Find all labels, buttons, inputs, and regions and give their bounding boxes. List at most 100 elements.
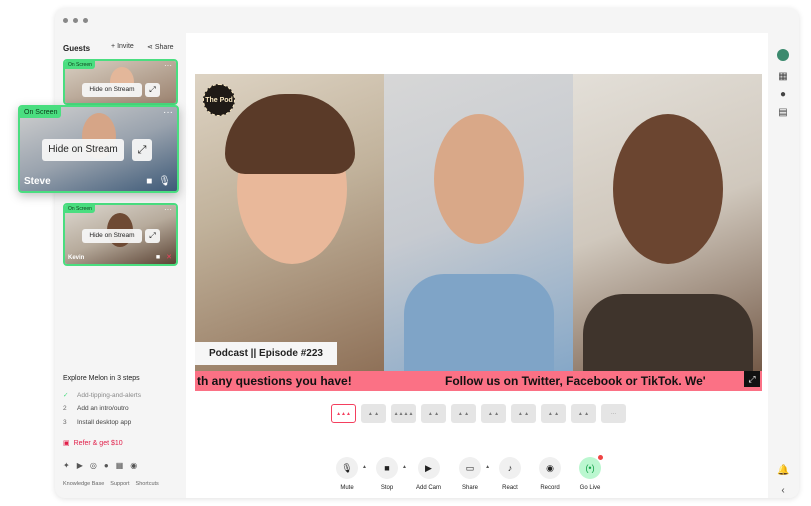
- window-dot-icon[interactable]: [63, 18, 68, 23]
- social-links: ✦ ▶ ◎ ● ▦ ◉: [63, 461, 137, 470]
- onboarding-step[interactable]: ✓ Add-tipping-and-alerts: [63, 391, 141, 400]
- plus-icon: +: [111, 43, 116, 50]
- guest-tile-hover[interactable]: On Screen ··· Hide on Stream ⤢ Steve ■ 🎙: [18, 105, 179, 193]
- more-options-icon[interactable]: ···: [163, 107, 173, 118]
- hide-on-stream-button[interactable]: Hide on Stream: [42, 139, 124, 161]
- layout-option[interactable]: ▲ ▲: [361, 404, 386, 423]
- support-link[interactable]: Support: [110, 481, 129, 487]
- on-screen-badge: On Screen: [20, 107, 62, 118]
- guest-status-icons: ■ 🎙: [146, 176, 171, 187]
- guests-title: Guests: [63, 44, 91, 53]
- screen-share-icon[interactable]: ▭ ▲: [459, 457, 490, 479]
- guest-hair: [225, 94, 355, 174]
- add-cam-control[interactable]: ▶ Add Cam: [416, 457, 441, 491]
- invite-button[interactable]: + Invite: [111, 43, 134, 50]
- record-icon[interactable]: ◉: [539, 457, 562, 479]
- window-dot-icon[interactable]: [83, 18, 88, 23]
- notification-bell-icon[interactable]: 🔔: [777, 465, 789, 477]
- guest-face: [434, 114, 524, 244]
- guest-tile[interactable]: On Screen ··· Hide on Stream ⤢ Kevin ■ ✕: [63, 203, 178, 266]
- music-note-icon[interactable]: ♪: [499, 457, 522, 479]
- add-camera-icon[interactable]: ▶: [417, 457, 440, 479]
- share-icon: ⋖: [147, 44, 153, 51]
- layout-option[interactable]: ▲ ▲: [511, 404, 536, 423]
- caret-up-icon[interactable]: ▲: [485, 464, 490, 470]
- twitter-icon[interactable]: ✦: [63, 461, 70, 470]
- fullscreen-icon[interactable]: ⤢: [744, 371, 760, 387]
- discord-icon[interactable]: ◉: [130, 461, 137, 470]
- more-options-icon[interactable]: ···: [164, 61, 172, 70]
- onboarding-title: Explore Melon in 3 steps: [63, 375, 140, 382]
- notification-dot: [597, 454, 605, 461]
- mic-muted-icon[interactable]: ✕: [166, 253, 172, 261]
- layout-option[interactable]: ▲▲▲: [331, 404, 356, 423]
- microphone-icon[interactable]: 🎙: [158, 176, 171, 187]
- add-cam-label: Add Cam: [416, 485, 442, 491]
- record-label: Record: [540, 485, 560, 491]
- microphone-icon[interactable]: 🎙 ▲: [336, 457, 367, 479]
- layout-option[interactable]: ▲▲▲▲: [391, 404, 416, 423]
- onboarding-step[interactable]: 2 Add an intro/outro: [63, 405, 129, 412]
- stage: The Pod Podcast || Episode #223 th any q…: [186, 33, 768, 498]
- stream-preview: The Pod Podcast || Episode #223 th any q…: [195, 74, 762, 391]
- avatar[interactable]: [777, 49, 789, 61]
- hide-on-stream-button[interactable]: Hide on Stream: [82, 83, 142, 97]
- layout-option[interactable]: ▲ ▲: [571, 404, 596, 423]
- window-dot-icon[interactable]: [73, 18, 78, 23]
- stop-control[interactable]: ■ ▲ Stop: [376, 457, 407, 491]
- linkedin-icon[interactable]: ▦: [116, 461, 124, 470]
- layout-picker: ▲▲▲ ▲ ▲ ▲▲▲▲ ▲ ▲ ▲ ▲ ▲ ▲ ▲ ▲ ▲ ▲ ▲ ▲ ···: [331, 404, 626, 423]
- guest-name: Steve: [24, 176, 51, 187]
- camera-icon[interactable]: ■ ▲: [376, 457, 407, 479]
- step-number: 2: [63, 405, 67, 412]
- layout-option[interactable]: ▲ ▲: [481, 404, 506, 423]
- expand-icon[interactable]: ⤢: [132, 139, 152, 161]
- layout-option[interactable]: ▲ ▲: [541, 404, 566, 423]
- collapse-icon[interactable]: ‹: [777, 485, 789, 497]
- ticker-text-right: Follow us on Twitter, Facebook or TikTok…: [445, 374, 706, 388]
- go-live-control[interactable]: (•) Go Live: [579, 454, 605, 491]
- share-button[interactable]: ⋖ Share: [147, 43, 174, 52]
- gift-icon: ▣: [63, 440, 70, 447]
- ticker-banner: th any questions you have! Follow us on …: [195, 371, 762, 391]
- share-screen-label: Share: [462, 485, 479, 491]
- guest-face: [613, 114, 723, 264]
- expand-icon[interactable]: ⤢: [145, 229, 160, 243]
- invite-label: Invite: [117, 43, 134, 50]
- more-options-icon[interactable]: ···: [164, 205, 172, 214]
- layout-option[interactable]: ▲ ▲: [451, 404, 476, 423]
- guest-tile[interactable]: On Screen ··· Hide on Stream ⤢: [63, 59, 178, 105]
- hide-on-stream-button[interactable]: Hide on Stream: [82, 229, 142, 243]
- record-control[interactable]: ◉ Record: [539, 457, 562, 491]
- react-control[interactable]: ♪ React: [499, 457, 522, 491]
- footer-links: Knowledge Base Support Shortcuts: [63, 481, 159, 487]
- share-control[interactable]: ▭ ▲ Share: [459, 457, 490, 491]
- guests-sidebar: Guests + Invite ⋖ Share On Screen ··· Hi…: [55, 33, 186, 498]
- guest-status-icons: ■ ✕: [156, 253, 172, 262]
- caret-up-icon[interactable]: ▲: [362, 464, 367, 470]
- window-controls: [63, 18, 88, 23]
- camera-icon[interactable]: ■: [146, 176, 152, 187]
- youtube-icon[interactable]: ▶: [77, 461, 83, 470]
- expand-icon[interactable]: ⤢: [145, 83, 160, 97]
- layout-option[interactable]: ▲ ▲: [421, 404, 446, 423]
- calendar-icon[interactable]: ▤: [777, 107, 789, 119]
- facebook-icon[interactable]: ●: [104, 461, 109, 470]
- step-label: Install desktop app: [77, 419, 132, 426]
- knowledge-base-link[interactable]: Knowledge Base: [63, 481, 104, 487]
- camera-icon[interactable]: ■: [156, 254, 160, 261]
- broadcast-icon[interactable]: (•): [579, 454, 605, 479]
- check-icon: ✓: [63, 392, 69, 399]
- refer-link[interactable]: ▣ Refer & get $10: [63, 439, 123, 448]
- palette-icon[interactable]: ●: [777, 89, 789, 101]
- more-layouts-button[interactable]: ···: [601, 404, 626, 423]
- refer-label: Refer & get $10: [73, 439, 123, 447]
- guest-video-panel: [384, 74, 573, 391]
- guest-name: Kevin: [68, 255, 85, 261]
- shortcuts-link[interactable]: Shortcuts: [136, 481, 159, 487]
- onboarding-step[interactable]: 3 Install desktop app: [63, 419, 131, 426]
- instagram-icon[interactable]: ◎: [90, 461, 97, 470]
- caret-up-icon[interactable]: ▲: [402, 464, 407, 470]
- grid-icon[interactable]: ▦: [777, 71, 789, 83]
- mute-control[interactable]: 🎙 ▲ Mute: [336, 457, 367, 491]
